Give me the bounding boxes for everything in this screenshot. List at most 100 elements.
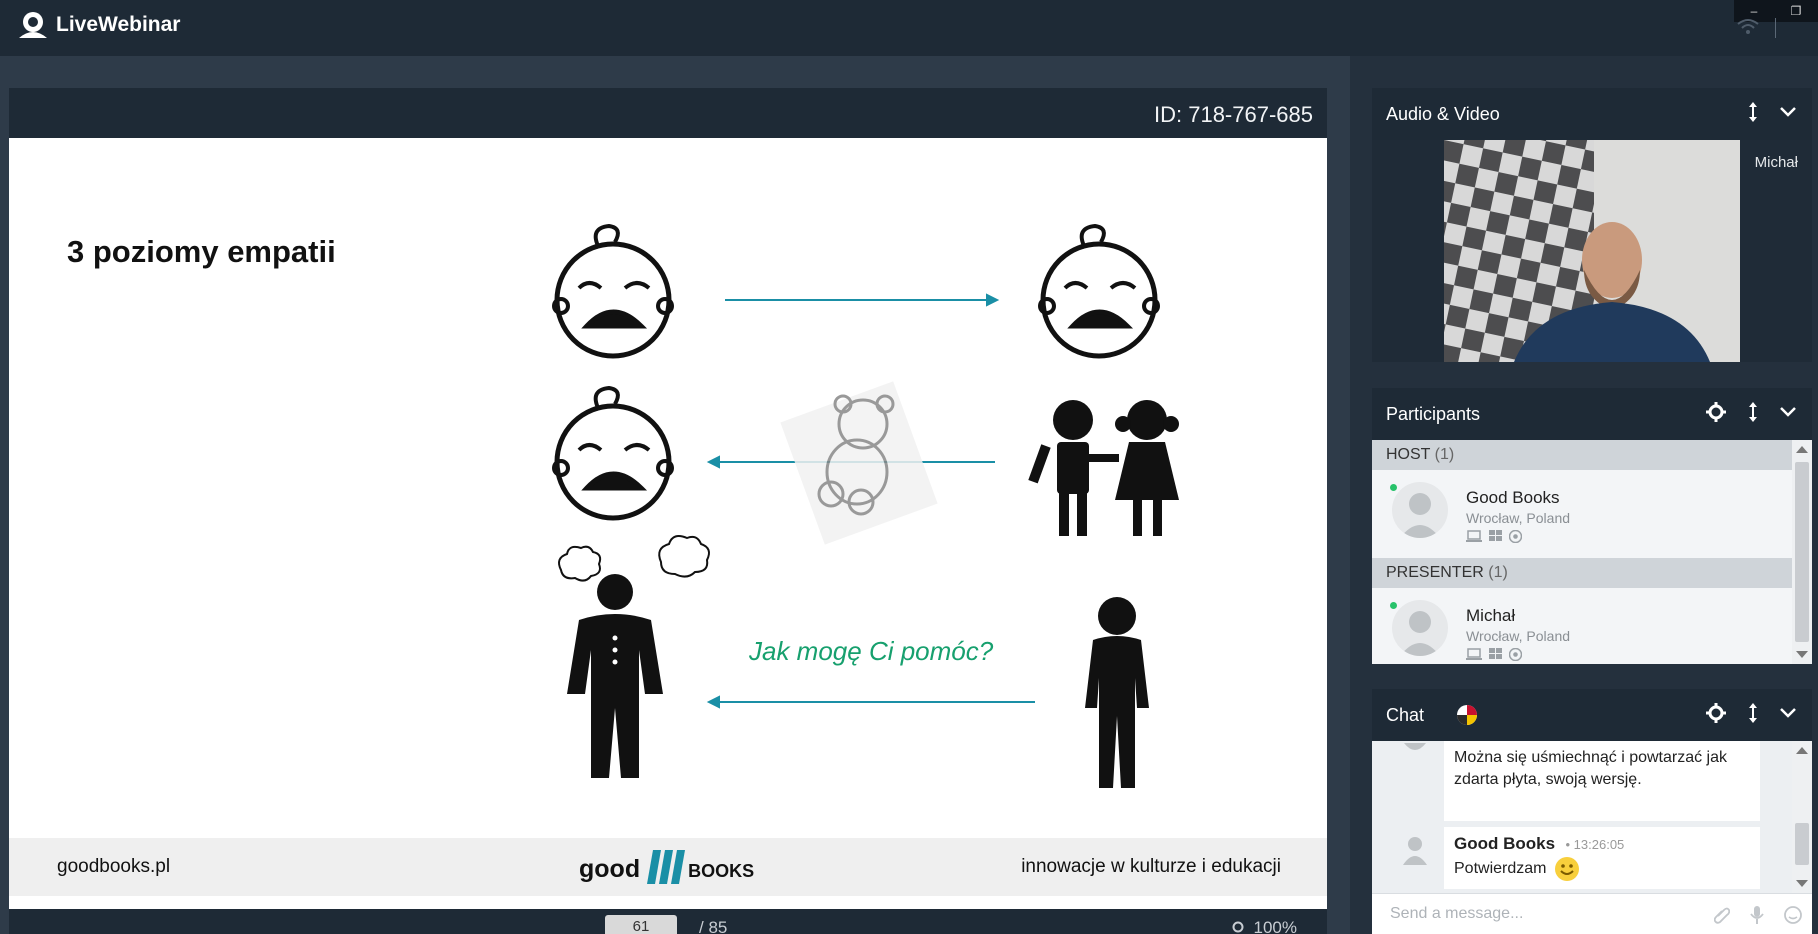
laptop-icon <box>1466 648 1482 660</box>
audio-video-header: Audio & Video <box>1372 88 1812 140</box>
scroll-thumb[interactable] <box>1795 823 1809 865</box>
slide-title: 3 poziomy empatii <box>67 234 336 269</box>
books-bars-icon <box>647 850 686 884</box>
session-id: ID: 718-767-685 <box>1154 102 1313 127</box>
chrome-icon <box>1509 530 1522 543</box>
side-panel: Audio & Video Michał Participants HOST (… <box>1350 56 1818 934</box>
person-icon <box>1085 597 1149 788</box>
drag-handle-icon[interactable] <box>1748 402 1758 422</box>
scroll-up-icon[interactable] <box>1796 747 1808 754</box>
gear-icon[interactable] <box>1706 402 1726 422</box>
slide: 3 poziomy empatii Jak mogę Ci pomóc? goo… <box>9 138 1327 909</box>
teddy-bear-icon <box>780 381 938 545</box>
footer-website: goodbooks.pl <box>57 856 171 877</box>
slide-pager: 61 / 85 100% <box>9 909 1327 934</box>
scroll-down-icon[interactable] <box>1796 880 1808 887</box>
presentation-stage: ID: 718-767-685 3 poziomy empatii Jak mo… <box>0 56 1350 934</box>
audio-video-panel: Audio & Video Michał <box>1372 88 1812 362</box>
chat-message-input[interactable] <box>1372 894 1672 934</box>
top-bar: LiveWebinar – ❐ <box>0 0 1818 56</box>
chevron-down-icon[interactable] <box>1780 407 1796 417</box>
slide-header: ID: 718-767-685 <box>9 88 1327 138</box>
avatar <box>1403 837 1427 865</box>
emoji-icon[interactable] <box>1784 906 1802 924</box>
zoom-control[interactable]: 100% <box>1232 918 1297 934</box>
restore-button[interactable]: ❐ <box>1791 4 1802 18</box>
chat-message: Good Books • 13:26:05 Potwierdzam <box>1444 827 1760 889</box>
drag-handle-icon[interactable] <box>1748 703 1758 723</box>
participant-item[interactable]: Michał Wrocław, Poland <box>1372 588 1792 664</box>
slide-quote: Jak mogę Ci pomóc? <box>749 636 994 666</box>
chevron-down-icon[interactable] <box>1780 708 1796 718</box>
participant-name: Michał <box>1466 606 1516 625</box>
windows-icon <box>1489 530 1502 541</box>
chat-input-bar <box>1372 893 1812 934</box>
webcam-video <box>1444 140 1740 362</box>
participants-panel: Participants HOST (1) Good Books Wrocław… <box>1372 388 1812 664</box>
arrow-left-2 <box>706 695 1035 709</box>
scroll-thumb[interactable] <box>1795 462 1809 642</box>
crying-baby-icon-2 <box>1038 223 1160 359</box>
goodbooks-logo: good books <box>579 848 754 884</box>
thought-cloud-icon <box>558 535 710 582</box>
group-count: (1) <box>1434 446 1455 463</box>
message-author: Good Books <box>1454 834 1556 853</box>
page-total: / 85 <box>699 918 728 934</box>
logo-word-good: good <box>579 855 641 883</box>
avatar <box>1392 482 1448 538</box>
slide-area: ID: 718-767-685 3 poziomy empatii Jak mo… <box>9 88 1327 934</box>
page-number-input[interactable]: 61 <box>605 915 677 934</box>
video-feed-image <box>1444 140 1740 362</box>
microphone-icon[interactable] <box>1750 906 1764 924</box>
participant-location: Wrocław, Poland <box>1466 510 1571 526</box>
group-header-presenter[interactable]: PRESENTER (1) <box>1372 558 1792 588</box>
divider <box>1775 18 1776 38</box>
group-count: (1) <box>1488 564 1508 581</box>
panel-title: Participants <box>1386 404 1481 424</box>
chevron-down-icon[interactable] <box>1780 107 1796 117</box>
smiley-icon <box>1555 857 1580 881</box>
webcam-logo-icon <box>19 12 47 38</box>
attachment-icon[interactable] <box>1714 906 1730 924</box>
online-status-dot <box>1390 602 1397 609</box>
children-icon <box>1028 400 1179 536</box>
chat-header: Chat <box>1372 689 1812 741</box>
chat-scrollbar[interactable] <box>1792 741 1812 893</box>
group-label: HOST <box>1386 446 1431 463</box>
slide-footer: goodbooks.pl good books innowacje w kult… <box>9 838 1327 896</box>
avatar <box>1392 600 1448 656</box>
zoom-level: 100% <box>1253 918 1297 934</box>
app-window: LiveWebinar – ❐ ID: 718-767-685 3 poziom… <box>0 0 1818 934</box>
footer-tagline: innowacje w kulturze i edukacji <box>1021 856 1281 877</box>
scroll-down-icon[interactable] <box>1796 651 1808 658</box>
chat-message: Można się uśmiechnąć i powtarzać jak zda… <box>1444 741 1760 821</box>
gear-icon[interactable] <box>1706 703 1726 723</box>
drag-handle-icon[interactable] <box>1748 102 1758 122</box>
logo-word-books: books <box>688 855 755 883</box>
participant-item[interactable]: Good Books Wrocław, Poland <box>1372 470 1792 558</box>
message-text: Potwierdzam <box>1454 860 1547 877</box>
crying-baby-icon-1 <box>552 223 674 359</box>
video-participant-name: Michał <box>1754 154 1798 171</box>
chat-messages: Można się uśmiechnąć i powtarzać jak zda… <box>1372 741 1792 893</box>
message-text: Można się uśmiechnąć i powtarzać jak zda… <box>1454 749 1728 788</box>
panel-title: Chat <box>1386 705 1425 725</box>
windows-icon <box>1489 648 1502 659</box>
app-logo: LiveWebinar <box>16 10 180 40</box>
participants-header: Participants <box>1372 388 1812 440</box>
angry-man-icon <box>567 574 663 778</box>
group-label: PRESENTER <box>1386 564 1484 581</box>
group-header-host[interactable]: HOST (1) <box>1372 440 1792 470</box>
zoom-icon <box>1232 921 1244 933</box>
participants-scrollbar[interactable] <box>1792 440 1812 664</box>
scroll-up-icon[interactable] <box>1796 446 1808 453</box>
language-flag-icon[interactable] <box>1456 704 1478 726</box>
chat-panel: Chat Można się uśmiechnąć i powtarzać ja… <box>1372 689 1812 934</box>
avatar <box>1404 743 1426 750</box>
participant-name: Good Books <box>1466 488 1560 507</box>
chrome-icon <box>1509 648 1522 661</box>
laptop-icon <box>1466 530 1482 542</box>
message-time: • 13:26:05 <box>1565 837 1625 852</box>
online-status-dot <box>1390 484 1397 491</box>
connection-icon <box>1737 19 1759 34</box>
